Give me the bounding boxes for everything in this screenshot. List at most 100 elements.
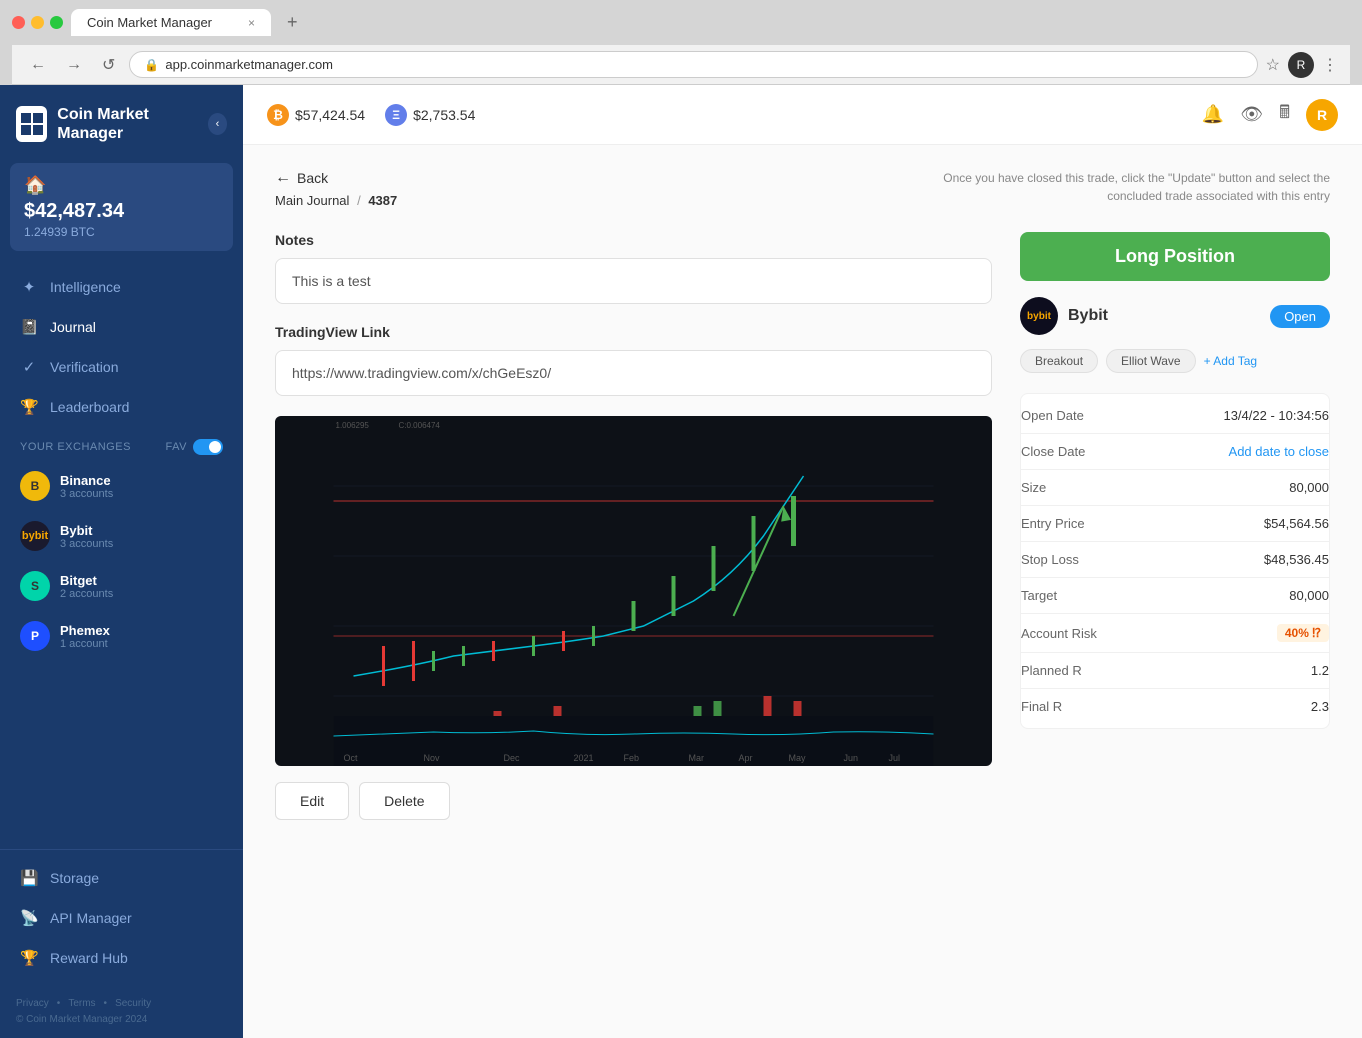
size-row: Size 80,000 [1021,470,1329,506]
footer-copyright: © Coin Market Manager 2024 [16,1012,227,1028]
planned-r-value: 1.2 [1311,663,1329,678]
back-label: Back [297,170,328,186]
sidebar-nav: ✦ Intelligence 📓 Journal ✓ Verification … [0,259,243,849]
close-dot[interactable] [12,16,25,29]
sidebar-bottom-nav: 💾 Storage 📡 API Manager 🏆 Reward Hub [0,849,243,986]
status-badge: Open [1270,305,1330,328]
binance-name: Binance [60,473,113,488]
delete-button[interactable]: Delete [359,782,449,820]
phemex-avatar: P [20,621,50,651]
new-tab-btn[interactable]: + [279,8,306,37]
reward-icon: 🏆 [20,949,38,967]
user-avatar[interactable]: R [1306,99,1338,131]
balance-btc: 1.24939 BTC [24,225,219,239]
bitget-accounts: 2 accounts [60,588,113,600]
exchange-bybit[interactable]: bybit Bybit 3 accounts [0,511,243,561]
sidebar-item-api-manager[interactable]: 📡 API Manager [0,898,243,938]
exchange-row: bybit Bybit Open [1020,297,1330,335]
tradingview-label: TradingView Link [275,324,992,340]
maximize-dot[interactable] [50,16,63,29]
sidebar-item-leaderboard[interactable]: 🏆 Leaderboard [0,387,243,427]
bybit-info: Bybit 3 accounts [60,523,113,550]
size-label: Size [1021,480,1046,495]
sidebar-item-journal[interactable]: 📓 Journal [0,307,243,347]
target-label: Target [1021,588,1057,603]
final-r-value: 2.3 [1311,699,1329,714]
app-container: Coin Market Manager ‹ 🏠 $42,487.34 1.249… [0,85,1362,1038]
btc-icon: ₿ [267,104,289,126]
tab-close-icon[interactable]: × [248,16,255,30]
notifications-btn[interactable]: 🔔 [1202,104,1224,125]
calculator-btn[interactable]: 🖩 [1279,100,1290,130]
target-value: 80,000 [1289,588,1329,603]
bybit-avatar: bybit [20,521,50,551]
exchange-row-left: bybit Bybit [1020,297,1108,335]
tag-breakout[interactable]: Breakout [1020,349,1098,373]
sidebar-item-label: Storage [50,870,99,886]
sidebar-item-label: Verification [50,359,118,375]
back-nav-btn[interactable]: ← [24,54,52,76]
sidebar-item-label: Reward Hub [50,950,128,966]
tradingview-input[interactable]: https://www.tradingview.com/x/chGeEsz0/ [275,350,992,396]
svg-text:Mar: Mar [689,753,705,763]
bitget-info: Bitget 2 accounts [60,573,113,600]
exchange-phemex[interactable]: P Phemex 1 account [0,611,243,661]
final-r-label: Final R [1021,699,1062,714]
main-area: ₿ $57,424.54 Ξ $2,753.54 🔔 👁 🖩 R ← [243,85,1362,1038]
notes-section: Notes This is a test [275,232,992,304]
add-tag-btn[interactable]: + Add Tag [1204,354,1258,368]
api-icon: 📡 [20,909,38,927]
forward-nav-btn[interactable]: → [60,54,88,76]
sidebar-collapse-btn[interactable]: ‹ [208,113,227,135]
sidebar-item-intelligence[interactable]: ✦ Intelligence [0,267,243,307]
security-link[interactable]: Security [115,996,151,1012]
svg-text:Apr: Apr [739,753,753,763]
tags-row: Breakout Elliot Wave + Add Tag [1020,349,1330,373]
browser-dots [12,16,63,29]
verification-icon: ✓ [20,358,38,376]
phemex-name: Phemex [60,623,110,638]
privacy-link[interactable]: Privacy [16,996,49,1012]
position-header: Long Position [1020,232,1330,281]
breadcrumb-id: 4387 [368,193,397,208]
svg-text:C:0.006474: C:0.006474 [399,421,441,430]
minimize-dot[interactable] [31,16,44,29]
exchanges-section-label: YOUR EXCHANGES FAV [0,427,243,461]
topbar: ₿ $57,424.54 Ξ $2,753.54 🔔 👁 🖩 R [243,85,1362,145]
binance-accounts: 3 accounts [60,488,113,500]
bybit-logo-text: bybit [1027,311,1051,322]
back-button[interactable]: ← Back [275,169,328,187]
address-bar[interactable]: 🔒 app.coinmarketmanager.com [129,51,1257,78]
sidebar-item-reward-hub[interactable]: 🏆 Reward Hub [0,938,243,978]
content-header: ← Back Main Journal / 4387 Once you have… [275,169,1330,208]
close-date-value[interactable]: Add date to close [1229,444,1329,459]
exchange-binance[interactable]: B Binance 3 accounts [0,461,243,511]
account-risk-value: 40% ⁉ [1277,624,1329,642]
notes-input[interactable]: This is a test [275,258,992,304]
open-date-value: 13/4/22 - 10:34:56 [1223,408,1329,423]
topbar-actions: 🔔 👁 🖩 R [1202,99,1338,131]
address-text: app.coinmarketmanager.com [165,57,333,72]
refresh-btn[interactable]: ↺ [96,53,121,77]
sidebar-balance: 🏠 $42,487.34 1.24939 BTC [10,163,233,251]
visibility-btn[interactable]: 👁 [1240,104,1263,125]
sidebar-item-storage[interactable]: 💾 Storage [0,858,243,898]
terms-link[interactable]: Terms [68,996,95,1012]
content-right: Long Position bybit Bybit Open Breakout … [1020,232,1330,820]
sidebar-item-verification[interactable]: ✓ Verification [0,347,243,387]
tag-elliot-wave[interactable]: Elliot Wave [1106,349,1196,373]
details-section: Open Date 13/4/22 - 10:34:56 Close Date … [1020,393,1330,729]
browser-tab[interactable]: Coin Market Manager × [71,9,271,36]
svg-text:Oct: Oct [344,753,359,763]
balance-amount: $42,487.34 [24,200,219,223]
breadcrumb-separator: / [357,193,361,208]
exchange-bitget[interactable]: S Bitget 2 accounts [0,561,243,611]
fav-toggle[interactable] [193,439,223,455]
browser-menu-icon[interactable]: ⋮ [1322,55,1338,75]
star-icon[interactable]: ☆ [1266,55,1280,75]
sidebar-item-label: Leaderboard [50,399,129,415]
svg-text:Jul: Jul [889,753,901,763]
open-date-row: Open Date 13/4/22 - 10:34:56 [1021,398,1329,434]
edit-button[interactable]: Edit [275,782,349,820]
fav-toggle-label: FAV [166,439,223,455]
